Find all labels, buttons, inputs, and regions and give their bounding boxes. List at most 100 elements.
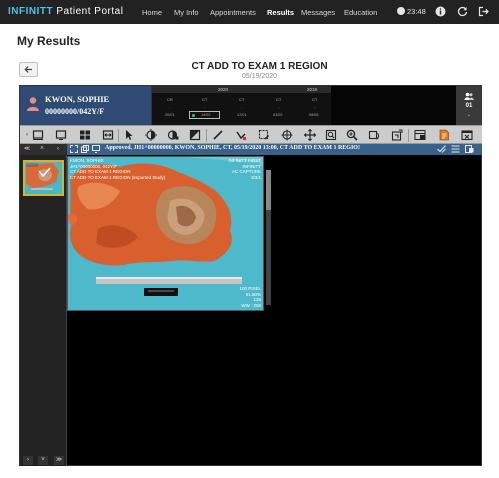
series-thumbnail[interactable] — [23, 160, 64, 196]
logout-icon[interactable] — [478, 6, 489, 17]
timeline-year: 2020 — [218, 87, 229, 92]
timeline-dash: - — [204, 104, 206, 109]
timeline-date: 19/02 — [201, 113, 211, 117]
users-icon — [464, 92, 474, 100]
timeline-date: 03/02 — [273, 113, 283, 117]
study-title: CT ADD TO EXAM 1 REGION — [191, 61, 328, 72]
overlay-window-width: WW : 256 — [241, 302, 261, 308]
overlay-scale: 100 PIXEL — [239, 286, 261, 291]
nav-my-info[interactable]: My Info — [174, 8, 199, 17]
top-navbar: INFINITT Patient Portal Home My Info App… — [0, 0, 499, 24]
fit-width-icon[interactable] — [102, 129, 114, 141]
crosshair-icon[interactable] — [281, 129, 293, 141]
timeline-modality[interactable]: CR — [167, 97, 173, 102]
viewer-toolbar: ‹ — [20, 125, 482, 144]
thumbnail-nav: › ˅ ≫ — [20, 455, 67, 466]
brand-subtitle: Patient Portal — [56, 6, 124, 17]
toolbar-separator — [118, 129, 119, 142]
line-measure-icon[interactable] — [212, 129, 224, 141]
layout-1x1-icon[interactable] — [32, 129, 44, 141]
clock: 23:48 — [397, 7, 426, 16]
layout-monitor-icon[interactable] — [55, 129, 67, 141]
angle-measure-icon[interactable] — [235, 129, 247, 141]
toolbar-separator — [408, 129, 409, 142]
list-icon[interactable] — [450, 145, 460, 154]
zoom-box-icon[interactable] — [325, 129, 337, 141]
patient-info: KWON, SOPHIE 00000000/042Y/F — [20, 86, 151, 125]
timeline-date: 08/08 — [309, 113, 319, 117]
chevron-down-icon[interactable]: ⌄ — [456, 111, 482, 118]
nav-messages[interactable]: Messages — [301, 8, 335, 17]
timeline-date: 20/01 — [165, 113, 175, 117]
chevron-left-icon[interactable]: ‹ — [53, 145, 63, 154]
refresh-icon[interactable] — [457, 6, 468, 17]
flip-icon[interactable] — [391, 129, 403, 141]
thumbnail-strip: › ˅ ≫ — [20, 155, 67, 466]
page-title: My Results — [17, 34, 81, 48]
rotate-icon[interactable] — [368, 129, 380, 141]
timeline-dash: - — [241, 104, 243, 109]
clock-icon — [397, 7, 405, 15]
study-count-panel[interactable]: 01 ⌄ — [456, 86, 482, 125]
timeline-modality[interactable]: CT — [202, 97, 207, 102]
overlay-bottom-right: 100 PIXEL 51.60% 128 WW : 256 — [239, 286, 261, 308]
server-icon[interactable] — [464, 145, 474, 154]
timeline-selected-dot — [192, 114, 195, 117]
chevron-down-icon[interactable]: ˅ — [38, 456, 48, 465]
patient-avatar-icon — [27, 97, 39, 111]
patient-name: KWON, SOPHIE — [45, 94, 110, 104]
zoom-in-icon[interactable] — [346, 129, 358, 141]
clock-time: 23:48 — [407, 7, 426, 16]
image-scrollbar-thumb[interactable] — [266, 170, 271, 210]
monitor-icon[interactable] — [91, 145, 101, 154]
medical-image[interactable]: KWON, SOPHIE JH1^00000000, 042Y/F CT ADD… — [67, 156, 264, 311]
overlay-capture: AC CAPTURE — [231, 169, 261, 174]
timeline-dash: - — [169, 104, 171, 109]
toolbar-separator — [206, 129, 207, 142]
study-date: 05/19/2020 — [241, 73, 278, 80]
nav-results[interactable]: Results — [267, 8, 294, 17]
window-preset-icon[interactable] — [167, 129, 179, 141]
thumbnail-image — [25, 162, 62, 194]
first-page-icon[interactable]: ≪ — [22, 145, 32, 154]
chevron-up-icon[interactable]: ˄ — [37, 145, 47, 154]
patient-id: 00000000/042Y/F — [45, 107, 105, 116]
close-viewer-icon[interactable] — [461, 129, 473, 141]
check-tools-icon[interactable] — [436, 145, 446, 154]
timeline-years: 2020 2019 — [152, 86, 332, 93]
fullscreen-icon[interactable] — [69, 145, 79, 154]
info-icon[interactable] — [435, 6, 446, 17]
roi-measure-icon[interactable] — [258, 129, 270, 141]
pointer-icon[interactable] — [123, 129, 135, 141]
nav-home[interactable]: Home — [142, 8, 162, 17]
timeline-modality[interactable]: CT — [276, 97, 281, 102]
overlay-image-index: 3/3/1 — [250, 174, 261, 180]
overlay-series-desc: CT ADD TO EXAM 1 REGION (Imported Study) — [70, 174, 166, 180]
timeline-date: 17/01 — [237, 113, 247, 117]
invert-icon[interactable] — [189, 129, 201, 141]
window-level-icon[interactable] — [145, 129, 157, 141]
brand-logo[interactable]: INFINITT Patient Portal — [8, 6, 123, 17]
timeline-modality[interactable]: CT — [312, 97, 317, 102]
nav-appointments[interactable]: Appointments — [210, 8, 256, 17]
report-icon[interactable] — [438, 129, 450, 141]
timeline-modality[interactable]: CT — [239, 97, 244, 102]
approved-bar: Approved, JH1^00000000, KWON, SOPHIE, CT… — [67, 144, 482, 155]
copy-icon[interactable] — [80, 145, 90, 154]
study-count: 01 — [465, 103, 473, 109]
overlay-top-left: KWON, SOPHIE JH1^00000000, 042Y/F CT ADD… — [70, 158, 165, 180]
layout-grid-icon[interactable] — [79, 129, 91, 141]
approved-status-text: Approved, JH1^00000000, KWON, SOPHIE, CT… — [105, 145, 360, 151]
timeline-dash: - — [278, 104, 280, 109]
pan-icon[interactable] — [303, 128, 317, 142]
nav-education[interactable]: Education — [344, 8, 377, 17]
study-timeline[interactable]: 2020 2019 CR CT CT CT CT - - - - - 20/01… — [151, 86, 332, 125]
timeline-year: 2019 — [307, 87, 318, 92]
chevron-right-icon[interactable]: › — [23, 456, 33, 465]
image-viewer: KWON, SOPHIE 00000000/042Y/F 2020 2019 C… — [19, 85, 482, 466]
viewer-statusbar: ≪ ˄ ‹ Approved, JH1^00000000, KWON, SOPH… — [20, 144, 482, 155]
series-layout-icon[interactable] — [414, 129, 426, 141]
timeline-dash: - — [314, 104, 316, 109]
header-spacer — [331, 86, 456, 125]
last-page-icon[interactable]: ≫ — [54, 456, 64, 465]
